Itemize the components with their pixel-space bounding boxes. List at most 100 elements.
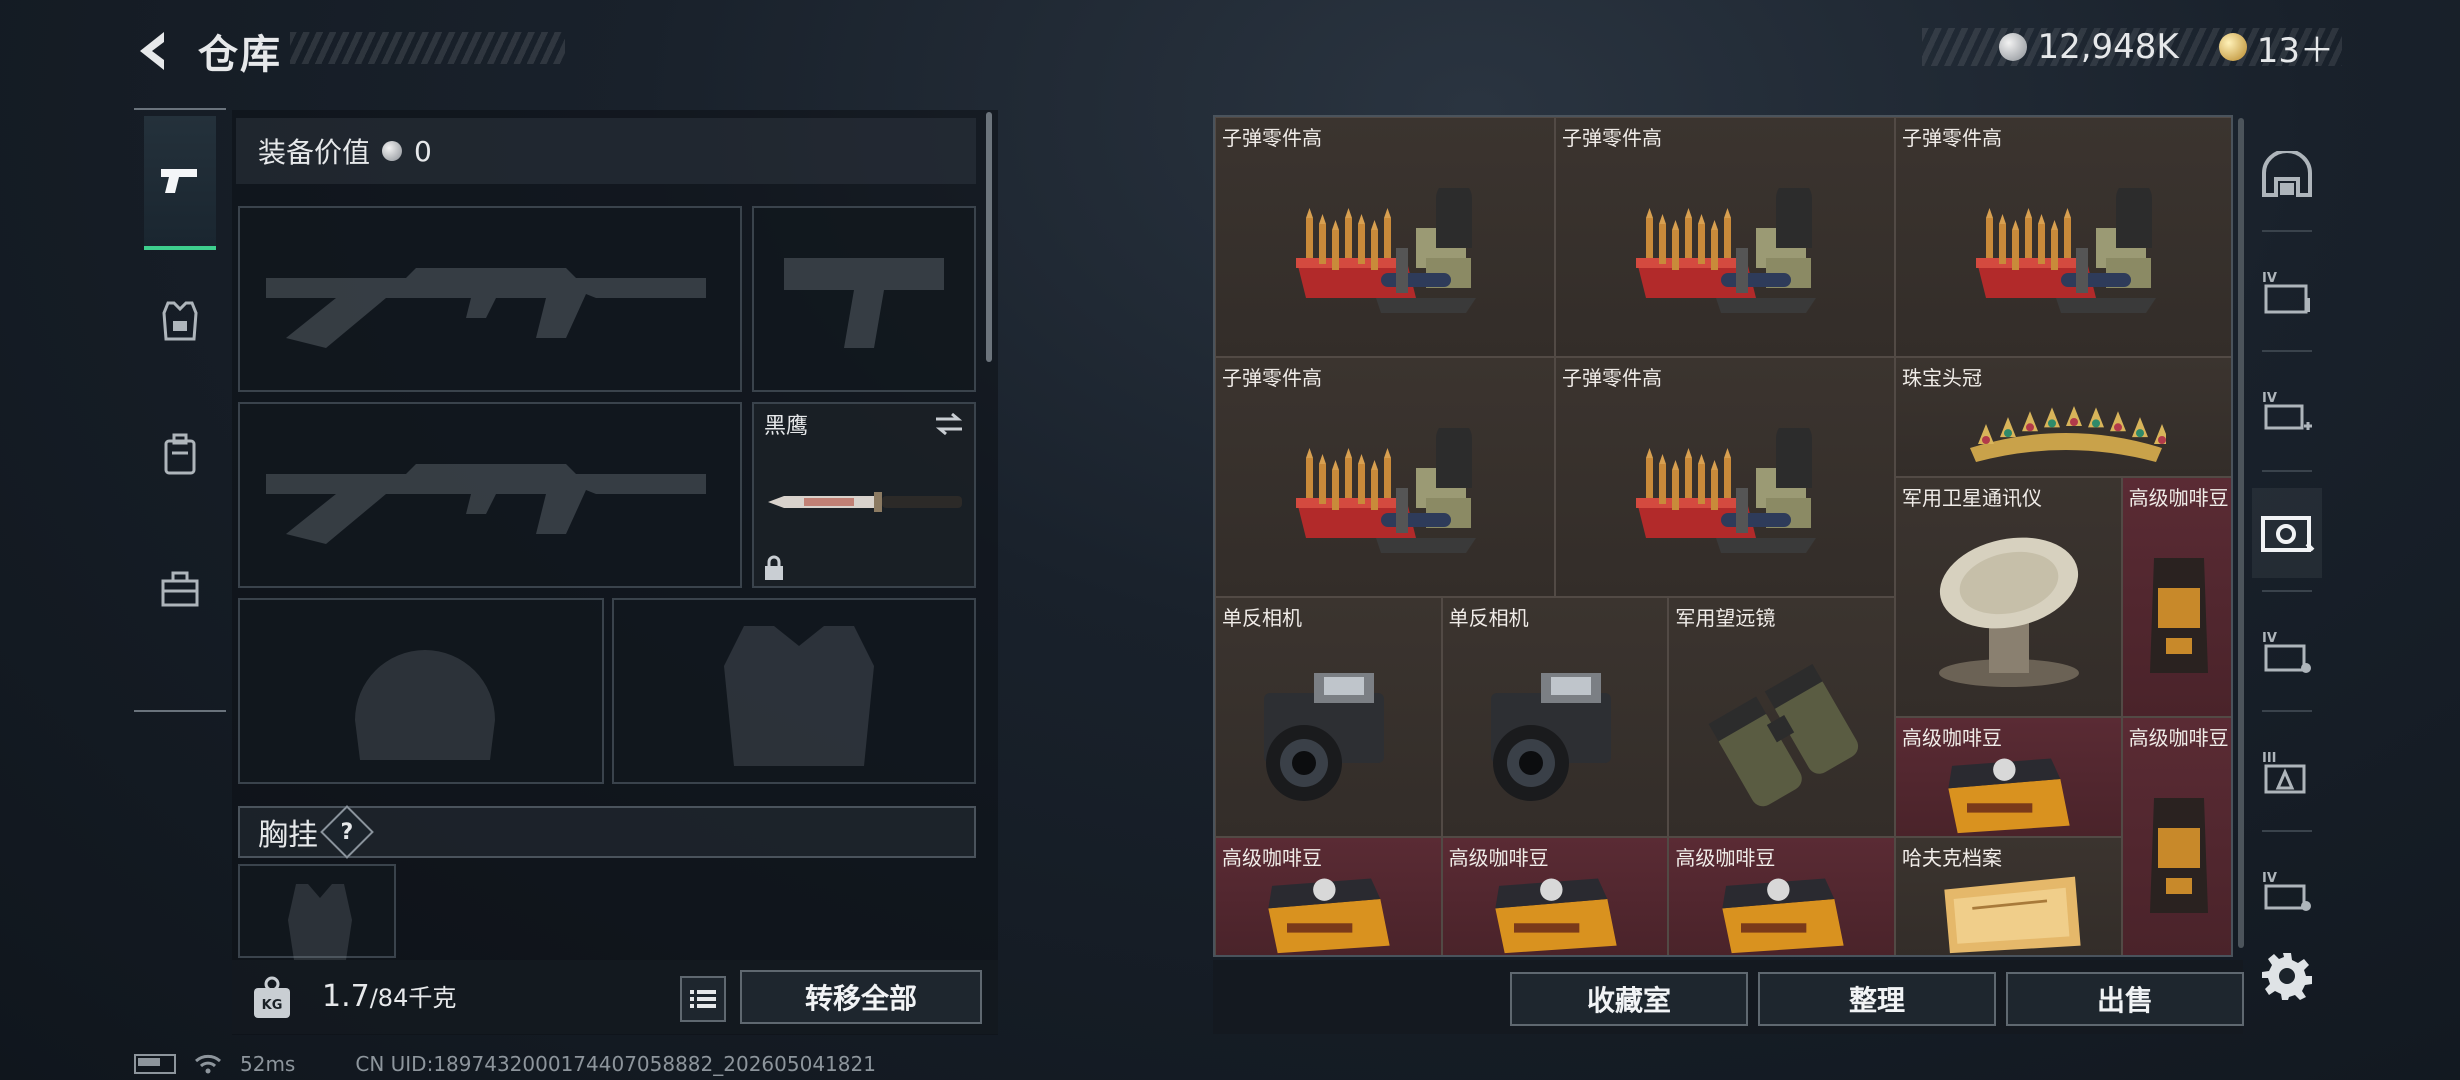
storage-grid: 子弹零件高 子弹零件高 子弹零件高 子弹零件高 子弹零件高 珠宝头冠 军用卫星通… (1213, 115, 2233, 957)
equipment-value-header: 装备价值 0 (236, 118, 976, 184)
tab-storage-iv-4[interactable]: IV (2252, 848, 2322, 938)
tab-backpack[interactable] (144, 390, 216, 520)
svg-text:III: III (2262, 751, 2277, 766)
item-name: 子弹零件高 (1562, 126, 1662, 150)
settings-button[interactable] (2262, 950, 2312, 1000)
item-name: 高级咖啡豆 (1222, 846, 1322, 870)
item-name: 单反相机 (1222, 606, 1302, 630)
left-scrollbar[interactable] (986, 112, 992, 362)
tab-safe-house[interactable] (2252, 130, 2322, 220)
storage-item-coffee-bag[interactable]: 高级咖啡豆 (2121, 477, 2231, 717)
svg-text:IV: IV (2262, 631, 2277, 646)
gold-amount: 13＋ (2256, 30, 2334, 71)
silver-amount: 12,948K (2037, 27, 2179, 67)
tab-storage-iv-2[interactable]: IV (2252, 368, 2322, 458)
storage-item-coffee-box[interactable]: 高级咖啡豆 (1895, 717, 2122, 837)
binoculars-icon (1693, 658, 1873, 812)
storage-box-gear-icon: IV (2262, 631, 2311, 673)
silver-coin-icon (382, 141, 403, 161)
tab-weapons[interactable] (144, 116, 216, 250)
file-icon (1935, 871, 2084, 955)
storage-item-ammo[interactable]: 子弹零件高 (1215, 117, 1555, 357)
vest-silhouette-icon (724, 626, 874, 766)
grid-scrollbar[interactable] (2238, 118, 2244, 948)
tab-storage-iii[interactable]: III (2252, 728, 2322, 818)
storage-item-ammo[interactable]: 子弹零件高 (1555, 117, 1895, 357)
coffee-box-icon (1939, 751, 2079, 839)
vault-button[interactable]: 收藏室 (1510, 972, 1748, 1026)
storage-item-ammo[interactable]: 子弹零件高 (1895, 117, 2231, 357)
transfer-all-button[interactable]: 转移全部 (740, 970, 982, 1024)
storage-item-ammo[interactable]: 子弹零件高 (1555, 357, 1895, 597)
item-name: 高级咖啡豆 (2128, 726, 2229, 750)
pistol-icon (161, 169, 197, 193)
currency-display: 12,948K 13＋ (1922, 27, 2342, 71)
crown-icon (1966, 398, 2170, 472)
svg-text:KG: KG (262, 998, 283, 1013)
storage-item-camera[interactable]: 单反相机 (1441, 597, 1669, 837)
camera-icon (1471, 663, 1641, 807)
chest-rig-silhouette-icon (288, 884, 352, 960)
tab-storage-active[interactable] (2252, 488, 2322, 578)
helmet-slot[interactable] (238, 598, 604, 784)
item-name: 军用望远镜 (1675, 606, 1776, 630)
storage-box-icon: IV (2262, 271, 2310, 314)
armor-vest-icon (162, 301, 198, 341)
ammo-icon (1966, 180, 2166, 322)
help-icon[interactable]: ? (320, 805, 374, 859)
ammo-icon (1626, 180, 1826, 322)
secondary-weapon-slot[interactable] (238, 402, 742, 588)
tab-armor[interactable] (144, 256, 216, 386)
battery-icon (134, 1054, 176, 1074)
storage-item-binoculars[interactable]: 军用望远镜 (1668, 597, 1895, 837)
equipment-value: 0 (414, 134, 432, 168)
item-name: 子弹零件高 (1902, 126, 2002, 150)
item-name: 高级咖啡豆 (2128, 486, 2229, 510)
storage-item-ammo[interactable]: 子弹零件高 (1215, 357, 1555, 597)
storage-item-satellite[interactable]: 军用卫星通讯仪 (1895, 477, 2122, 717)
ping: 52ms (240, 1052, 296, 1076)
storage-tab-rail: IV IV IV III IV (2252, 118, 2322, 958)
weight-readout: 1.7/84千克 (322, 978, 456, 1014)
sort-button[interactable]: 整理 (1758, 972, 1996, 1026)
title-decoration (290, 32, 565, 64)
item-name: 子弹零件高 (1222, 126, 1322, 150)
storage-armor-icon: III (2262, 751, 2306, 794)
chest-rig-slot[interactable] (238, 864, 396, 960)
coffee-box-icon (1259, 871, 1399, 955)
equipment-value-label: 装备价值 (258, 136, 371, 169)
item-name: 单反相机 (1448, 606, 1529, 630)
back-button[interactable] (128, 26, 178, 76)
storage-item-coffee-bag[interactable]: 高级咖啡豆 (2121, 717, 2231, 955)
tab-storage-iv-3[interactable]: IV (2252, 608, 2322, 698)
sell-button[interactable]: 出售 (2006, 972, 2244, 1026)
user-id: CN UID:1897432000174407058882_2026050418… (355, 1052, 876, 1076)
knife-icon (768, 492, 962, 512)
tab-storage-iv-1[interactable]: IV (2252, 248, 2322, 338)
storage-item-coffee-box[interactable]: 高级咖啡豆 (1668, 837, 1895, 955)
pistol-silhouette-icon (784, 258, 944, 348)
coffee-bag-icon (2144, 788, 2214, 922)
storage-item-file[interactable]: 哈夫克档案 (1895, 837, 2122, 955)
primary-weapon-slot[interactable] (238, 206, 742, 392)
storage-item-camera[interactable]: 单反相机 (1215, 597, 1442, 837)
tab-toolbox[interactable] (144, 524, 216, 654)
melee-slot[interactable]: 黑鹰 (752, 402, 976, 588)
satellite-icon (1909, 533, 2109, 697)
item-name: 高级咖啡豆 (1448, 846, 1549, 870)
body-armor-slot[interactable] (612, 598, 976, 784)
storage-item-coffee-box[interactable]: 高级咖啡豆 (1215, 837, 1442, 955)
list-view-button[interactable] (680, 976, 726, 1022)
storage-item-crown[interactable]: 珠宝头冠 (1895, 357, 2231, 477)
page-title: 仓库 (198, 32, 282, 78)
wifi-icon (195, 1054, 221, 1074)
ammo-icon (1286, 420, 1486, 562)
storage-add-icon: IV (2262, 391, 2312, 430)
status-bar: 52ms CN UID:1897432000174407058882_20260… (134, 1052, 876, 1076)
coffee-box-icon (1713, 871, 1853, 955)
back-arrow-icon (140, 32, 164, 70)
storage-item-coffee-box[interactable]: 高级咖啡豆 (1441, 837, 1669, 955)
swap-icon[interactable] (934, 412, 964, 436)
sidearm-slot[interactable] (752, 206, 976, 392)
chest-rig-header: 胸挂 ? (238, 805, 976, 859)
